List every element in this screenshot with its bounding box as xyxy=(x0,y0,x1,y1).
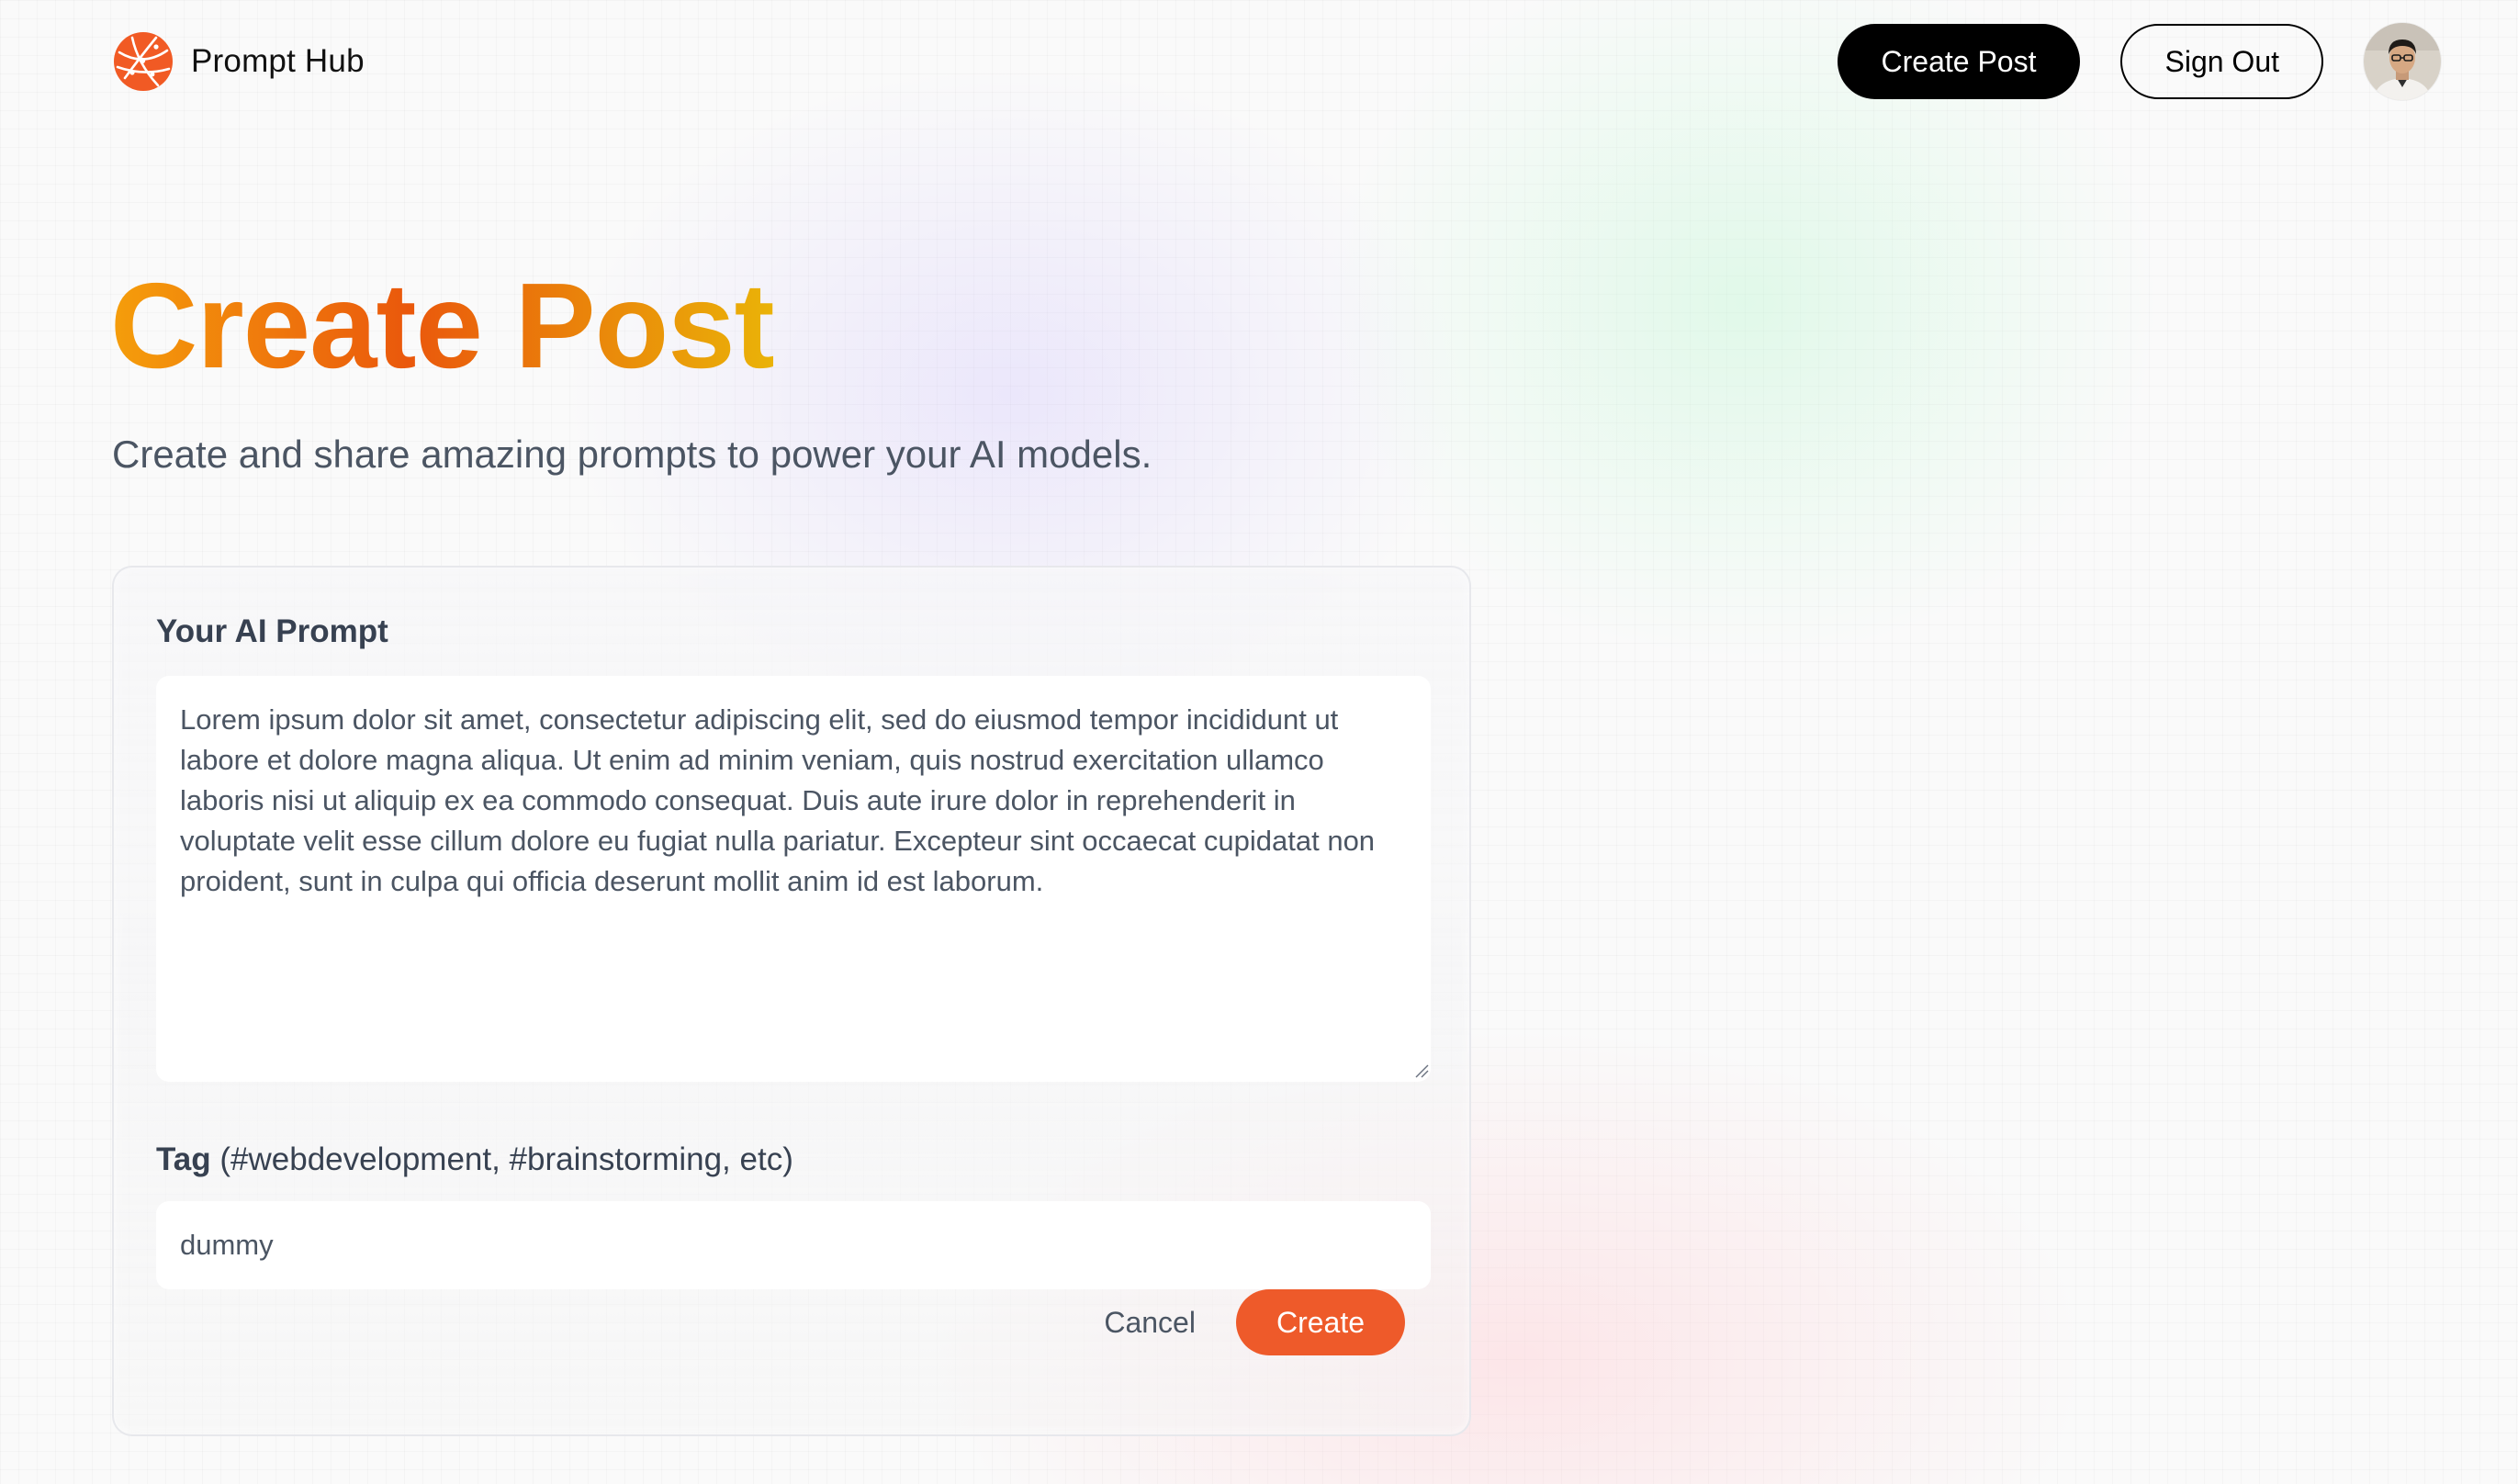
prompt-textarea[interactable]: Lorem ipsum dolor sit amet, consectetur … xyxy=(156,676,1431,1082)
create-post-button[interactable]: Create Post xyxy=(1837,24,2081,99)
create-button[interactable]: Create xyxy=(1235,1289,1405,1355)
create-post-form: Your AI Prompt Lorem ipsum dolor sit ame… xyxy=(112,566,1471,1436)
tag-label: Tag (#webdevelopment, #brainstorming, et… xyxy=(156,1141,793,1178)
page-title: Create Post xyxy=(110,258,775,393)
brand-link[interactable]: Prompt Hub xyxy=(112,30,365,93)
globe-network-icon xyxy=(114,32,173,91)
page-subtitle: Create and share amazing prompts to powe… xyxy=(112,433,1152,476)
tag-label-title: Tag xyxy=(156,1141,211,1177)
tag-label-hint: (#webdevelopment, #brainstorming, etc) xyxy=(210,1141,793,1177)
cancel-button[interactable]: Cancel xyxy=(1104,1306,1196,1340)
resize-handle-icon[interactable] xyxy=(1414,1063,1429,1078)
prompt-label: Your AI Prompt xyxy=(156,613,388,650)
brand-name: Prompt Hub xyxy=(191,43,365,79)
sign-out-button[interactable]: Sign Out xyxy=(2120,24,2323,99)
prompt-label-text: Your AI Prompt xyxy=(156,613,388,649)
tag-input[interactable] xyxy=(156,1201,1431,1289)
navbar: Prompt Hub Create Post Sign Out xyxy=(112,22,2441,101)
nav-actions: Create Post Sign Out xyxy=(1837,23,2441,100)
user-avatar-icon xyxy=(2364,23,2441,100)
user-avatar[interactable] xyxy=(2364,23,2441,100)
form-actions: Cancel Create xyxy=(1104,1289,1405,1355)
